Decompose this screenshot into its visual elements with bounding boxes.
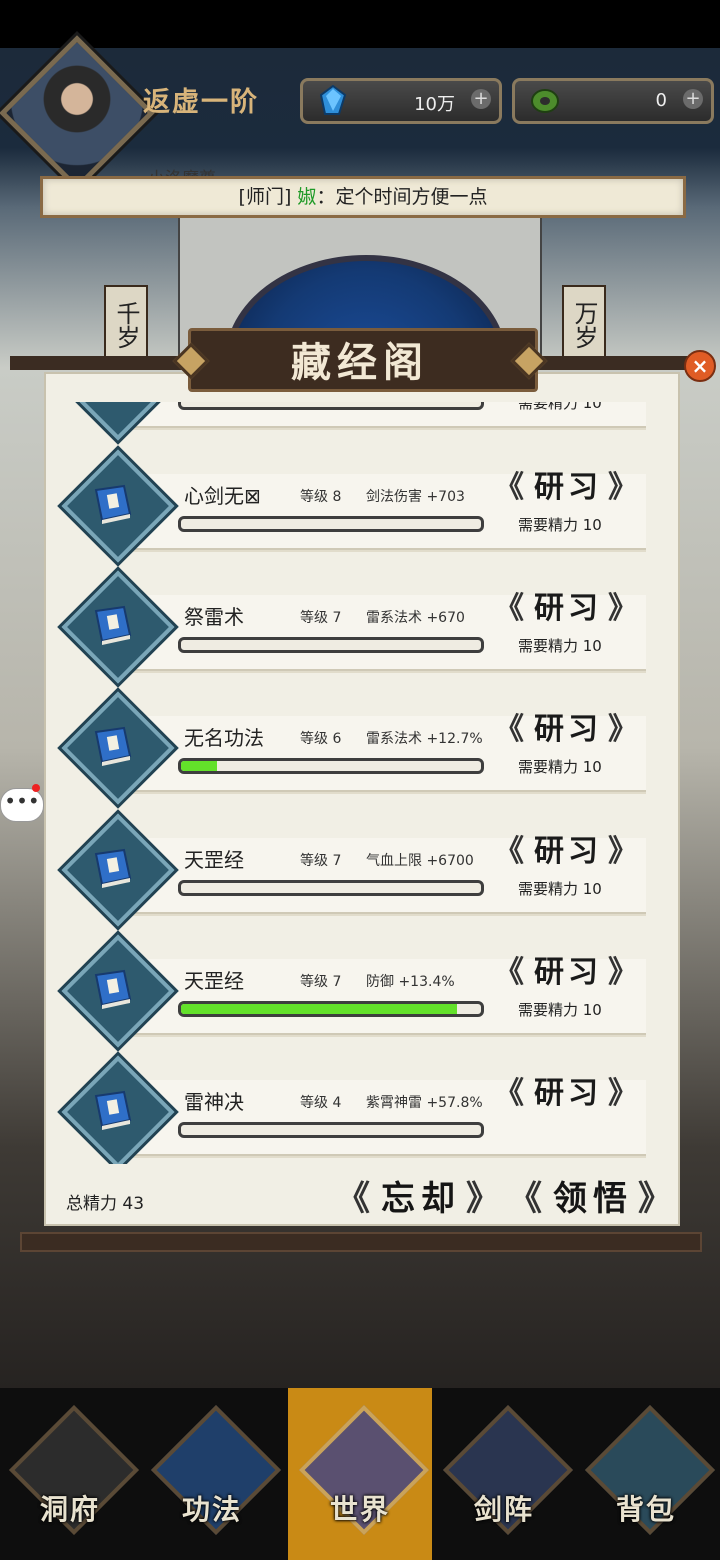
list-item: 祭雷术 等级 7 雷系法术 +670 研习 需要精力 10: [56, 570, 662, 685]
energy-cost: 需要精力 10: [518, 402, 602, 412]
energy-cost: 需要精力 10: [518, 637, 602, 655]
technique-bonus: 紫霄神雷 +57.8%: [366, 1095, 483, 1111]
energy-cost: 需要精力 10: [518, 516, 602, 534]
study-button[interactable]: 研习: [494, 830, 642, 874]
notification-dot: [32, 784, 40, 792]
total-energy-label: 总精力: [66, 1194, 117, 1214]
scripture-book-icon: [94, 969, 132, 1009]
add-spirit-stone-button[interactable]: +: [471, 89, 491, 109]
tab-cave-label: 洞府: [39, 1493, 100, 1526]
tab-sword-array[interactable]: 剑阵: [442, 1404, 574, 1536]
technique-name: 祭雷术: [184, 605, 244, 629]
study-button[interactable]: 研习: [494, 951, 642, 995]
technique-list[interactable]: 无名功法 等级 4 火系法术 +578 研习 需要精力 10 心剑无⊠ 等级 8…: [56, 402, 662, 1164]
spirit-stone-value: 10万: [414, 94, 455, 115]
tab-techniques-label: 功法: [181, 1493, 242, 1526]
technique-bonus: 剑法伤害 +703: [366, 489, 465, 505]
list-item: 心剑无⊠ 等级 8 剑法伤害 +703 研习 需要精力 10: [56, 449, 662, 564]
tab-cave[interactable]: 洞府: [8, 1404, 140, 1536]
broadcast-scroll[interactable]: [师门] 婌：定个时间方便一点: [40, 176, 686, 218]
add-jade-button[interactable]: +: [683, 89, 703, 109]
chat-bubble-button[interactable]: •••: [0, 788, 44, 822]
comprehend-button[interactable]: 《领悟》: [508, 1174, 672, 1224]
broadcast-message: ：定个时间方便一点: [316, 186, 488, 208]
scroll-bottom-rod: [20, 1232, 702, 1252]
technique-level: 等级 7: [300, 610, 342, 626]
technique-bonus: 防御 +13.4%: [366, 974, 455, 990]
tab-backpack-label: 背包: [615, 1493, 676, 1526]
technique-level: 等级 8: [300, 489, 342, 505]
progress-bar: [178, 637, 484, 653]
technique-level: 等级 7: [300, 974, 342, 990]
scripture-book-icon: [94, 484, 132, 524]
list-item: 天罡经 等级 7 防御 +13.4% 研习 需要精力 10: [56, 934, 662, 1049]
scripture-book-icon: [94, 605, 132, 645]
progress-bar: [178, 516, 484, 532]
technique-level: 等级 4: [300, 1095, 342, 1111]
scripture-book-icon: [94, 848, 132, 888]
scripture-book-icon: [94, 1090, 132, 1130]
total-energy: 总精力 43: [66, 1189, 144, 1214]
list-item: 无名功法 等级 4 火系法术 +578 研习 需要精力 10: [56, 402, 662, 442]
tab-world-label: 世界: [329, 1493, 390, 1526]
energy-cost: 需要精力 10: [518, 1001, 602, 1019]
technique-name: 雷神决: [184, 1090, 244, 1114]
broadcast-speaker: 婌: [297, 186, 317, 208]
jade-value: 0: [655, 90, 667, 111]
study-button[interactable]: 研习: [494, 1072, 642, 1116]
broadcast-channel: [师门]: [238, 186, 292, 208]
tab-world[interactable]: 世界: [298, 1404, 430, 1536]
technique-bonus: 雷系法术 +670: [366, 610, 465, 626]
energy-cost: 需要精力 10: [518, 880, 602, 898]
status-bar: [0, 0, 720, 48]
realm-title: 返虚一阶: [143, 87, 259, 118]
forget-button[interactable]: 《忘却》: [336, 1174, 500, 1224]
list-item: 天罡经 等级 7 气血上限 +6700 研习 需要精力 10: [56, 813, 662, 928]
study-button[interactable]: 研习: [494, 587, 642, 631]
tab-backpack[interactable]: 背包: [584, 1404, 716, 1536]
study-button[interactable]: 研习: [494, 708, 642, 752]
blue-crystal-icon: [319, 85, 347, 115]
panel-title: 藏经阁: [291, 339, 429, 386]
technique-name: 心剑无⊠: [184, 484, 261, 508]
scripture-book-icon: [94, 726, 132, 766]
progress-bar: [178, 1001, 484, 1017]
study-button[interactable]: 研习: [494, 466, 642, 510]
technique-level: 等级 7: [300, 853, 342, 869]
technique-level: 等级 6: [300, 731, 342, 747]
progress-bar: [178, 758, 484, 774]
progress-bar: [178, 1122, 484, 1138]
tab-techniques[interactable]: 功法: [150, 1404, 282, 1536]
technique-name: 天罡经: [184, 848, 244, 872]
technique-bonus: 气血上限 +6700: [366, 853, 474, 869]
energy-cost: 需要精力 10: [518, 758, 602, 776]
progress-fill: [181, 761, 217, 771]
list-item: 雷神决 等级 4 紫霄神雷 +57.8% 研习: [56, 1055, 662, 1164]
spirit-stone-counter: 10万 +: [300, 78, 502, 124]
jade-coin-icon: [531, 89, 559, 113]
list-item: 无名功法 等级 6 雷系法术 +12.7% 研习 需要精力 10: [56, 691, 662, 806]
technique-bonus: 雷系法术 +12.7%: [366, 731, 483, 747]
progress-bar: [178, 402, 484, 410]
right-sign: 万岁: [562, 285, 606, 364]
progress-bar: [178, 880, 484, 896]
progress-fill: [181, 1004, 457, 1014]
total-energy-value: 43: [122, 1194, 145, 1214]
technique-name: 无名功法: [184, 726, 264, 750]
left-sign: 千岁: [104, 285, 148, 364]
comprehend-label: 领悟: [553, 1179, 633, 1219]
technique-name: 天罡经: [184, 969, 244, 993]
jade-counter: 0 +: [512, 78, 714, 124]
tab-sword-array-label: 剑阵: [473, 1493, 534, 1526]
close-button[interactable]: ×: [684, 350, 716, 382]
forget-label: 忘却: [381, 1179, 461, 1219]
